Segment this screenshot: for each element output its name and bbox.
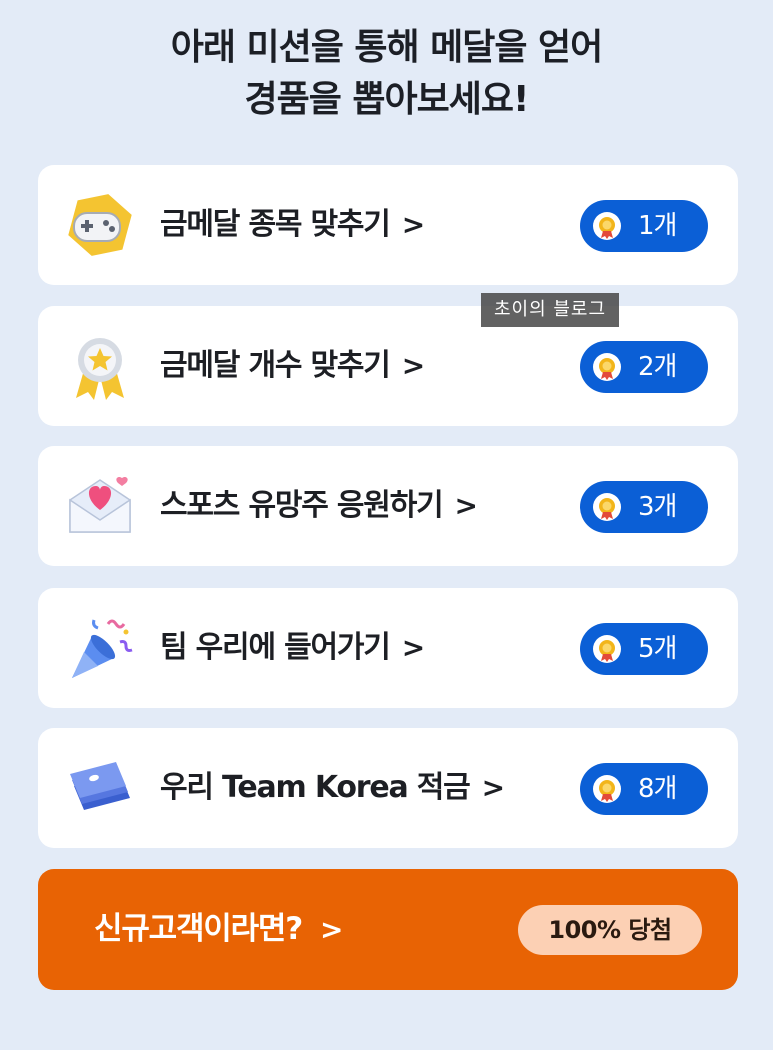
reward-count: 8개 bbox=[638, 774, 677, 804]
heart-envelope-icon bbox=[64, 470, 136, 542]
reward-badge: 2개 bbox=[580, 341, 708, 393]
chevron-right-icon: > bbox=[401, 208, 425, 241]
chevron-right-icon: > bbox=[454, 489, 478, 522]
reward-badge: 3개 bbox=[580, 481, 708, 533]
reward-count: 2개 bbox=[638, 352, 677, 382]
bankbook-icon bbox=[64, 752, 136, 824]
reward-count: 3개 bbox=[638, 492, 677, 522]
medal-icon bbox=[593, 775, 621, 803]
medal-icon bbox=[593, 493, 621, 521]
award-ribbon-icon bbox=[64, 330, 136, 402]
new-customer-button[interactable]: 신규고객이라면? > 100% 당첨 bbox=[38, 869, 738, 990]
mission-label: 금메달 개수 맞추기 > bbox=[160, 348, 425, 383]
gamepad-icon bbox=[64, 189, 136, 261]
chevron-right-icon: > bbox=[401, 631, 425, 664]
medal-icon bbox=[593, 635, 621, 663]
event-page: 아래 미션을 통해 메달을 얻어 경품을 뽑아보세요! 금메달 종목 맞추기 > … bbox=[0, 0, 773, 1050]
mission-card-team-korea-savings[interactable]: 우리 Team Korea 적금 > 8개 bbox=[38, 728, 738, 848]
chevron-right-icon: > bbox=[320, 913, 343, 946]
mission-label: 금메달 종목 맞추기 > bbox=[160, 207, 425, 242]
party-popper-icon bbox=[64, 612, 136, 684]
mission-label: 팀 우리에 들어가기 > bbox=[160, 630, 425, 665]
medal-icon bbox=[593, 353, 621, 381]
cta-label: 신규고객이라면? > bbox=[94, 911, 344, 947]
reward-badge: 1개 bbox=[580, 200, 708, 252]
reward-count: 1개 bbox=[638, 211, 677, 241]
mission-card-join-team[interactable]: 팀 우리에 들어가기 > 5개 bbox=[38, 588, 738, 708]
win-badge: 100% 당첨 bbox=[518, 905, 702, 955]
mission-card-gold-medal-event[interactable]: 금메달 종목 맞추기 > 1개 bbox=[38, 165, 738, 285]
mission-card-cheer-athletes[interactable]: 스포츠 유망주 응원하기 > 3개 bbox=[38, 446, 738, 566]
blog-watermark: 초이의 블로그 bbox=[481, 293, 619, 327]
title-line-1: 아래 미션을 통해 메달을 얻어 bbox=[170, 27, 604, 68]
reward-count: 5개 bbox=[638, 634, 677, 664]
medal-icon bbox=[593, 212, 621, 240]
mission-card-medal-count[interactable]: 금메달 개수 맞추기 > 2개 bbox=[38, 306, 738, 426]
mission-label: 스포츠 유망주 응원하기 > bbox=[160, 488, 478, 523]
reward-badge: 8개 bbox=[580, 763, 708, 815]
page-title: 아래 미션을 통해 메달을 얻어 경품을 뽑아보세요! bbox=[0, 22, 773, 126]
title-line-2: 경품을 뽑아보세요! bbox=[244, 79, 530, 120]
mission-label: 우리 Team Korea 적금 > bbox=[160, 770, 505, 805]
chevron-right-icon: > bbox=[481, 771, 505, 804]
reward-badge: 5개 bbox=[580, 623, 708, 675]
chevron-right-icon: > bbox=[401, 349, 425, 382]
